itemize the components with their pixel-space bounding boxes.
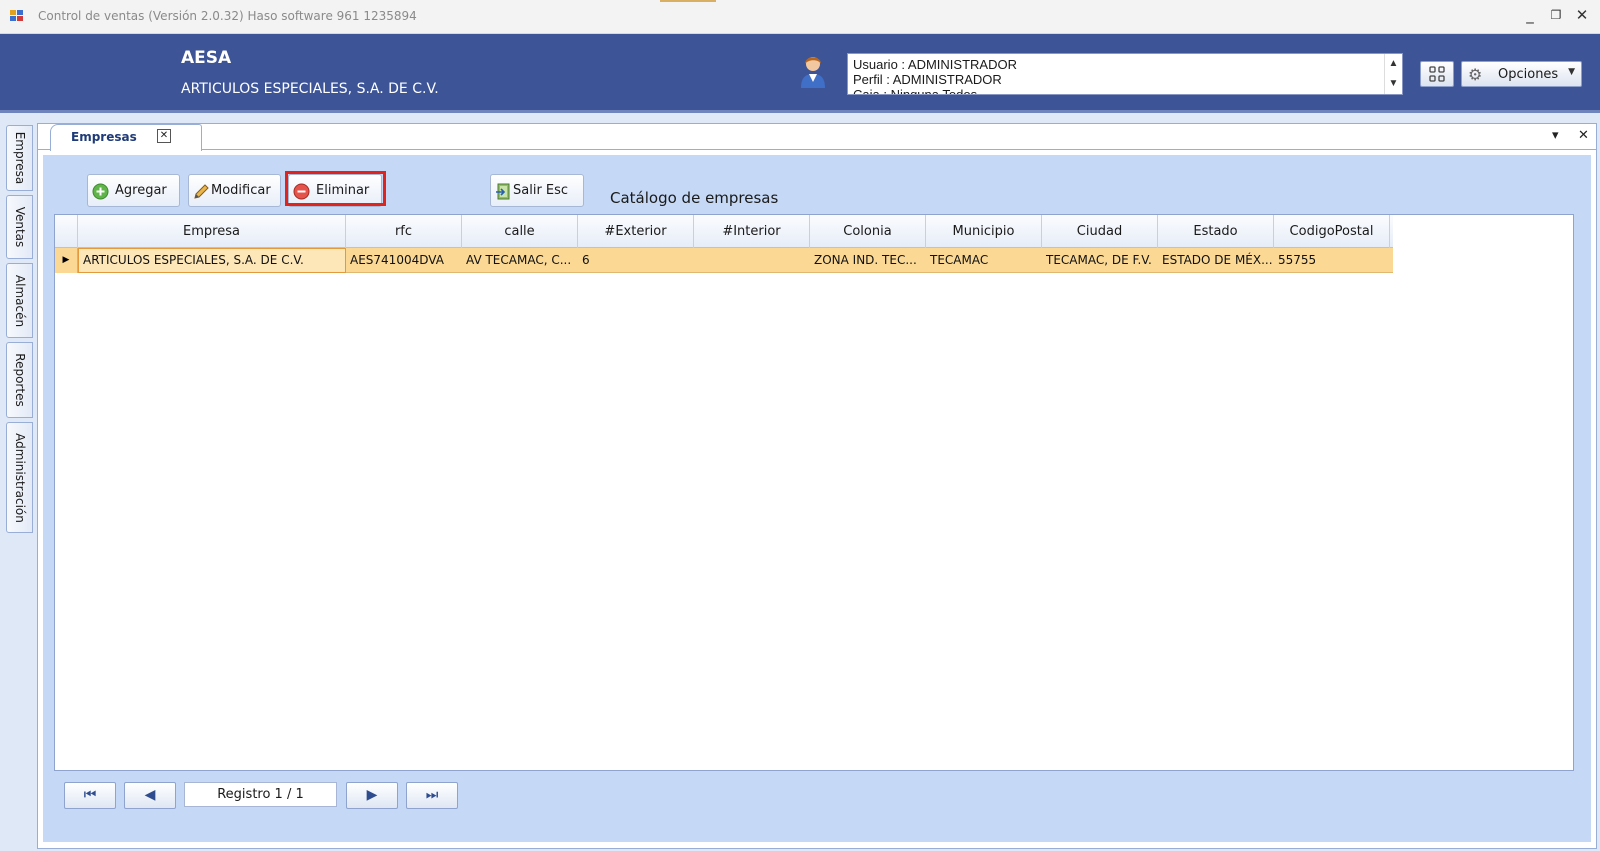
cashbox-line: Caja : Ninguna Todos [853, 87, 978, 95]
sidebar-tab-empresa[interactable]: Empresa [6, 125, 33, 191]
exit-label: Salir Esc [513, 183, 569, 198]
document-tab-strip: Empresas ✕ ▾ ✕ [38, 124, 1596, 151]
user-info-scrollbar[interactable]: ▲ ▼ [1384, 54, 1402, 94]
next-record-icon: ▶ [366, 787, 378, 803]
next-record-button[interactable]: ▶ [346, 782, 398, 809]
sidebar-tab-administracion[interactable]: Administración [6, 422, 33, 533]
tab-empresas-label: Empresas [71, 130, 137, 144]
cell-exterior[interactable]: 6 [578, 248, 694, 273]
sidebar-tab-label: Ventas [12, 206, 27, 248]
app-icon [10, 10, 24, 22]
sidebar-tab-label: Administración [12, 432, 27, 523]
sidebar-tab-label: Empresa [12, 131, 27, 185]
last-record-button[interactable]: ⏭ [406, 782, 458, 809]
cell-calle[interactable]: AV TECAMAC, C... [462, 248, 578, 273]
add-button[interactable]: Agregar [87, 174, 180, 207]
sidebar-tab-ventas[interactable]: Ventas [6, 195, 33, 259]
column-header-colonia[interactable]: Colonia [810, 215, 926, 248]
catalog-title: Catálogo de empresas [610, 189, 779, 207]
pencil-icon [194, 184, 209, 199]
cell-estado[interactable]: ESTADO DE MÉX... [1158, 248, 1274, 273]
company-full-name: ARTICULOS ESPECIALES, S.A. DE C.V. [181, 81, 439, 97]
sidebar-tab-reportes[interactable]: Reportes [6, 342, 33, 418]
edit-label: Modificar [211, 183, 271, 198]
edit-button[interactable]: Modificar [188, 174, 281, 207]
record-indicator: Registro 1 / 1 [184, 782, 337, 807]
grid-icon [1429, 66, 1445, 82]
user-line: Usuario : ADMINISTRADOR [853, 57, 1017, 72]
close-document-icon[interactable]: ✕ [1578, 128, 1589, 143]
minimize-button[interactable]: _ [1519, 6, 1541, 24]
grid-header: Empresa rfc calle #Exterior #Interior Co… [55, 215, 1393, 248]
column-header-calle[interactable]: calle [462, 215, 578, 248]
column-header-empresa[interactable]: Empresa [78, 215, 346, 248]
previous-record-button[interactable]: ◀ [124, 782, 176, 809]
cell-colonia[interactable]: ZONA IND. TEC... [810, 248, 926, 273]
column-header-rfc[interactable]: rfc [346, 215, 462, 248]
add-label: Agregar [115, 183, 167, 198]
table-row[interactable]: ▶ ARTICULOS ESPECIALES, S.A. DE C.V. AES… [55, 248, 1393, 273]
close-window-button[interactable]: ✕ [1571, 6, 1593, 24]
app-header: AESA ARTICULOS ESPECIALES, S.A. DE C.V. … [0, 34, 1600, 113]
restore-button[interactable]: ❐ [1545, 8, 1567, 22]
sidebar-tab-almacen[interactable]: Almacén [6, 263, 33, 338]
companies-grid[interactable]: Empresa rfc calle #Exterior #Interior Co… [54, 214, 1574, 771]
previous-record-icon: ◀ [144, 787, 156, 803]
tab-close-icon[interactable]: ✕ [157, 129, 171, 143]
row-indicator-arrow-icon: ▶ [55, 248, 78, 273]
sidebar-tab-label: Reportes [12, 353, 27, 407]
cell-empresa[interactable]: ARTICULOS ESPECIALES, S.A. DE C.V. [78, 248, 346, 273]
column-header-estado[interactable]: Estado [1158, 215, 1274, 248]
cell-interior[interactable] [694, 248, 810, 273]
user-avatar-icon [801, 57, 825, 88]
last-record-icon: ⏭ [425, 787, 439, 803]
options-label: Opciones [1498, 67, 1559, 82]
options-button[interactable]: ⚙ Opciones ▼ [1461, 61, 1582, 87]
cell-municipio[interactable]: TECAMAC [926, 248, 1042, 273]
column-header-exterior[interactable]: #Exterior [578, 215, 694, 248]
title-accent [660, 0, 716, 2]
scroll-down-icon[interactable]: ▼ [1385, 74, 1402, 94]
exit-door-icon [496, 183, 510, 200]
row-indicator-header [55, 215, 78, 248]
chevron-down-icon: ▼ [1568, 67, 1575, 77]
company-short-name: AESA [181, 48, 232, 68]
first-record-icon: ⏮ [83, 787, 97, 803]
delete-highlight-box [285, 171, 386, 206]
gear-icon: ⚙ [1468, 65, 1483, 84]
title-bar: Control de ventas (Versión 2.0.32) Haso … [0, 0, 1600, 34]
column-header-interior[interactable]: #Interior [694, 215, 810, 248]
cell-ciudad[interactable]: TECAMAC, DE F.V. [1042, 248, 1158, 273]
profile-line: Perfil : ADMINISTRADOR [853, 72, 1002, 87]
tab-empresas[interactable]: Empresas ✕ [50, 124, 202, 151]
cell-rfc[interactable]: AES741004DVA [346, 248, 462, 273]
tab-list-dropdown-icon[interactable]: ▾ [1552, 128, 1559, 143]
grid-view-button[interactable] [1420, 61, 1454, 87]
window-title: Control de ventas (Versión 2.0.32) Haso … [38, 9, 417, 23]
exit-button[interactable]: Salir Esc [490, 174, 584, 207]
user-info-box[interactable]: Usuario : ADMINISTRADOR Perfil : ADMINIS… [847, 53, 1403, 95]
cell-codigo-postal[interactable]: 55755 [1274, 248, 1390, 273]
column-header-codigo-postal[interactable]: CodigoPostal [1274, 215, 1390, 248]
add-icon [92, 183, 109, 200]
sidebar-tab-label: Almacén [12, 274, 27, 327]
scroll-up-icon[interactable]: ▲ [1385, 54, 1402, 74]
first-record-button[interactable]: ⏮ [64, 782, 116, 809]
column-header-ciudad[interactable]: Ciudad [1042, 215, 1158, 248]
column-header-municipio[interactable]: Municipio [926, 215, 1042, 248]
